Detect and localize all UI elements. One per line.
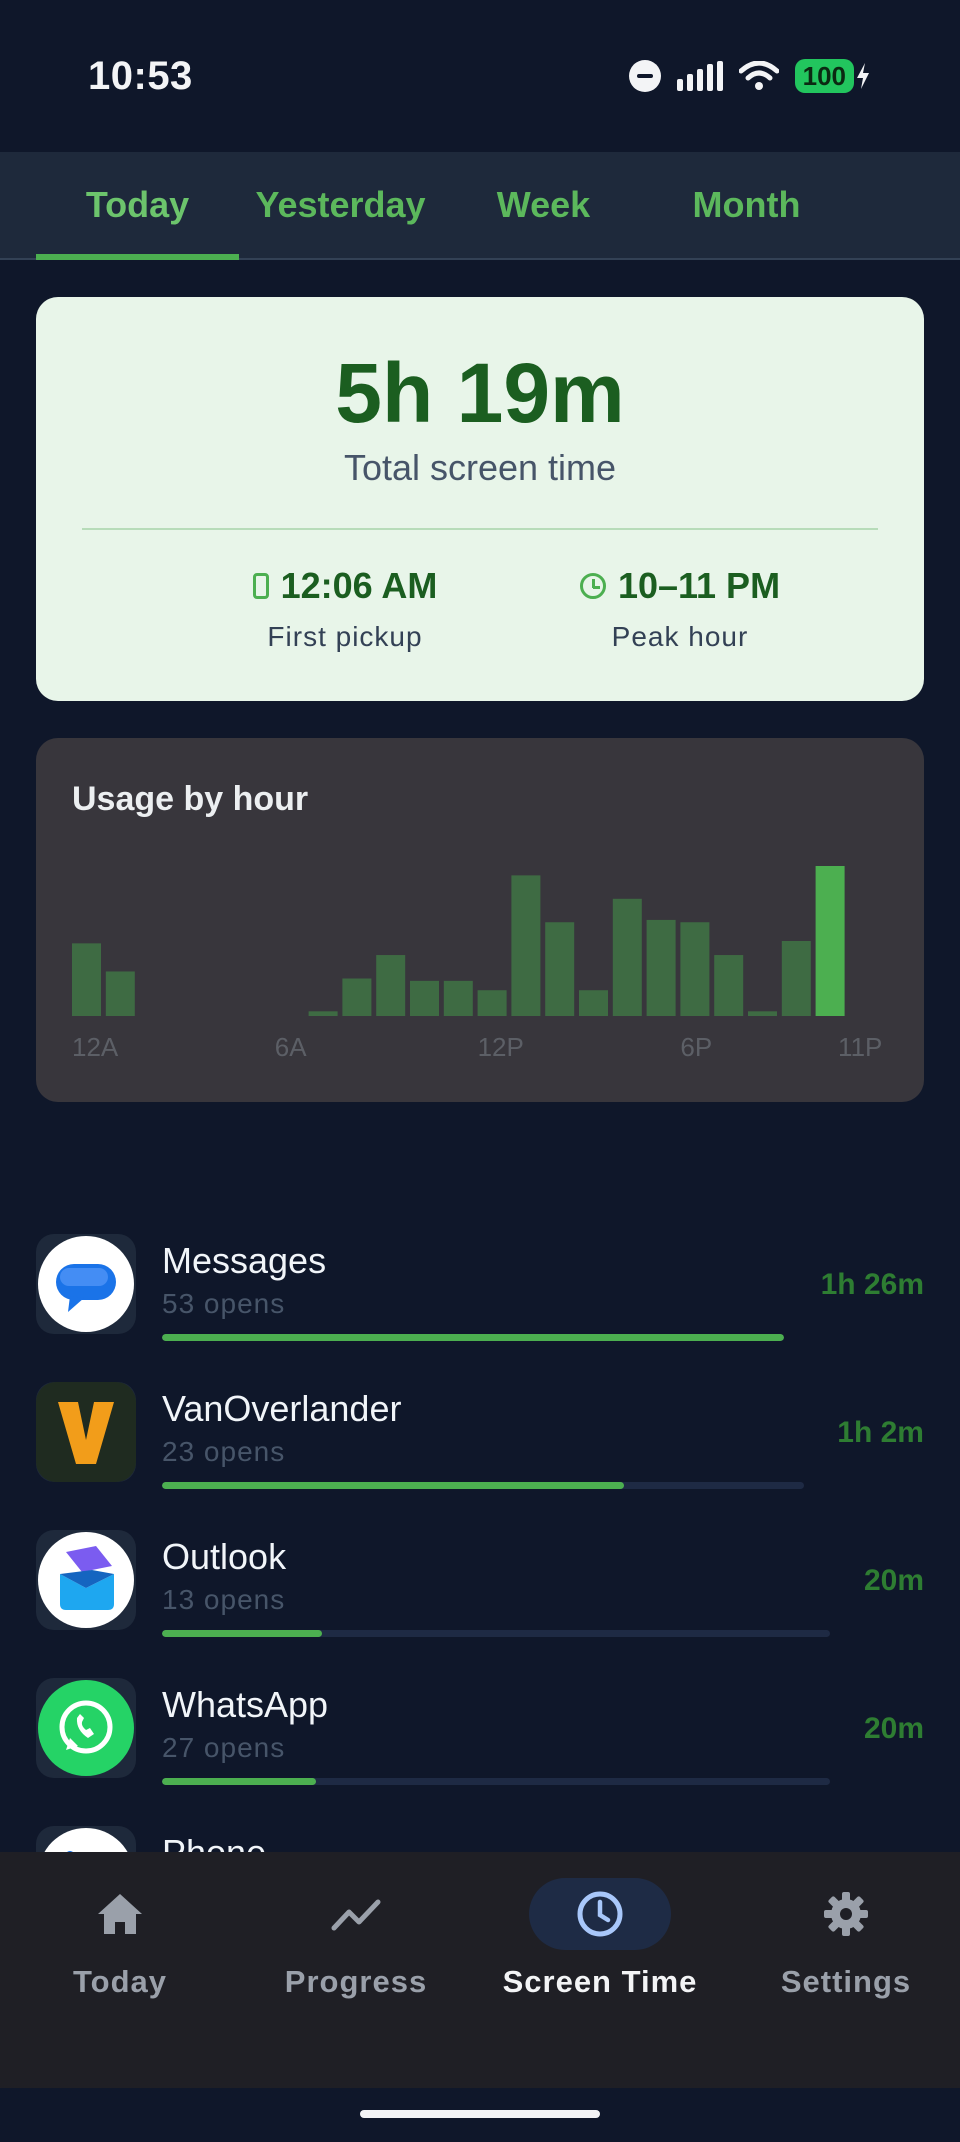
hour-bar-2P (545, 922, 575, 1016)
tab-month[interactable]: Month (645, 152, 848, 258)
status-icons: 100 (628, 56, 872, 96)
nav-screen-time[interactable]: Screen Time (480, 1878, 720, 2000)
nav-label: Today (73, 1964, 167, 1999)
app-opens: 13 opens (162, 1584, 286, 1615)
hour-bar-8P (748, 1011, 777, 1016)
app-opens: 27 opens (162, 1732, 286, 1763)
nav-settings[interactable]: Settings (726, 1878, 960, 2000)
tab-week[interactable]: Week (442, 152, 645, 258)
hour-bar-9A (376, 955, 406, 1016)
usage-bar (162, 1630, 830, 1637)
hour-bar-1P (511, 875, 541, 1016)
hour-bar-9P (781, 941, 811, 1016)
usage-bar-fill (162, 1630, 323, 1637)
hour-bar-11A (443, 980, 473, 1016)
hour-tick-label: 6P (680, 1032, 712, 1062)
hour-tick-label: 12P (478, 1032, 524, 1062)
hour-bar-5P (646, 919, 676, 1016)
battery-indicator: 100 (794, 59, 872, 93)
app-name: VanOverlander (162, 1388, 402, 1429)
first-pickup-label: First pickup (267, 621, 423, 652)
charging-icon (857, 63, 869, 89)
hour-tick-label: 12A (72, 1032, 119, 1062)
hour-bar-7P (714, 955, 744, 1016)
tab-yesterday[interactable]: Yesterday (239, 152, 442, 258)
nav-today[interactable]: Today (0, 1878, 240, 2000)
app-name: Outlook (162, 1536, 287, 1577)
app-row-outlook[interactable]: Outlook 13 opens 20m (36, 1530, 924, 1670)
usage-bar (162, 1482, 804, 1489)
clock-icon (579, 573, 606, 599)
app-time: 20m (863, 1712, 924, 1745)
messages-icon (36, 1234, 136, 1334)
usage-bar-fill (162, 1334, 784, 1341)
status-bar: 10:53 100 (0, 0, 960, 152)
cell-signal-icon (676, 61, 723, 91)
wifi-icon (738, 61, 779, 90)
battery-level: 100 (794, 59, 854, 93)
hour-bar-10A (410, 980, 439, 1016)
first-pickup-value: 12:06 AM (280, 565, 438, 606)
total-screen-time-label: Total screen time (343, 447, 617, 488)
first-pickup-stat: 12:06 AM First pickup (190, 565, 500, 653)
hour-bar-7A (308, 1011, 338, 1016)
hour-bar-12P (477, 990, 507, 1016)
usage-bar-fill (162, 1778, 316, 1785)
app-name: WhatsApp (162, 1684, 329, 1725)
peak-hour-value: 10–11 PM (617, 565, 781, 606)
nav-progress[interactable]: Progress (236, 1878, 476, 2000)
app-row-messages[interactable]: Messages 53 opens 1h 26m (36, 1234, 924, 1374)
whatsapp-icon (36, 1678, 136, 1778)
gear-icon (824, 1892, 868, 1936)
hour-tick-label: 11P (838, 1032, 882, 1062)
app-name: Messages (162, 1240, 327, 1281)
app-opens: 23 opens (162, 1436, 286, 1467)
app-row-vanoverlander[interactable]: VanOverlander 23 opens 1h 2m (36, 1382, 924, 1522)
peak-hour-stat: 10–11 PM Peak hour (520, 565, 840, 653)
usage-by-hour-card: Usage by hour 12A 6A 12P 6P 11P (36, 738, 924, 1102)
hour-bar-12A (72, 943, 101, 1016)
total-screen-time: 5h 19m (335, 346, 625, 440)
app-time: 1h 26m (820, 1268, 924, 1301)
app-opens: 53 opens (162, 1288, 286, 1319)
usage-bar (162, 1334, 784, 1341)
usage-bar (162, 1778, 830, 1785)
nav-label: Settings (780, 1964, 912, 1999)
usage-by-hour-chart: 12A 6A 12P 6P 11P (72, 866, 882, 1062)
home-icon (98, 1894, 142, 1934)
app-time: 20m (863, 1564, 924, 1597)
phone-icon (252, 573, 269, 599)
bottom-navigation: Today Progress Screen Time Settings (0, 1852, 960, 2088)
nav-label: Progress (284, 1964, 428, 1999)
tab-today[interactable]: Today (36, 152, 239, 260)
home-indicator[interactable] (360, 2110, 600, 2118)
usage-bar-fill (162, 1482, 625, 1489)
peak-hour-label: Peak hour (611, 621, 749, 652)
hour-bar-10P (815, 866, 845, 1016)
hour-tick-label: 6A (275, 1032, 307, 1062)
screen-time-summary-card: 5h 19m Total screen time 12:06 AM First … (36, 297, 924, 701)
hour-bar-6P (680, 922, 710, 1016)
hour-bar-3P (579, 990, 608, 1016)
summary-divider (82, 528, 878, 530)
vanoverlander-icon (36, 1382, 136, 1482)
app-row-whatsapp[interactable]: WhatsApp 27 opens 20m (36, 1678, 924, 1818)
hour-bar-8A (342, 978, 372, 1016)
outlook-icon (36, 1530, 136, 1630)
clock-icon (577, 1891, 623, 1937)
nav-label: Screen Time (502, 1964, 698, 1999)
app-time: 1h 2m (837, 1416, 924, 1449)
hour-bar-1A (105, 971, 135, 1016)
do-not-disturb-icon (628, 60, 661, 92)
status-time: 10:53 (88, 54, 193, 98)
range-tabs: Today Yesterday Week Month (0, 152, 960, 260)
trend-icon (331, 1899, 381, 1931)
hour-bar-4P (612, 898, 642, 1016)
